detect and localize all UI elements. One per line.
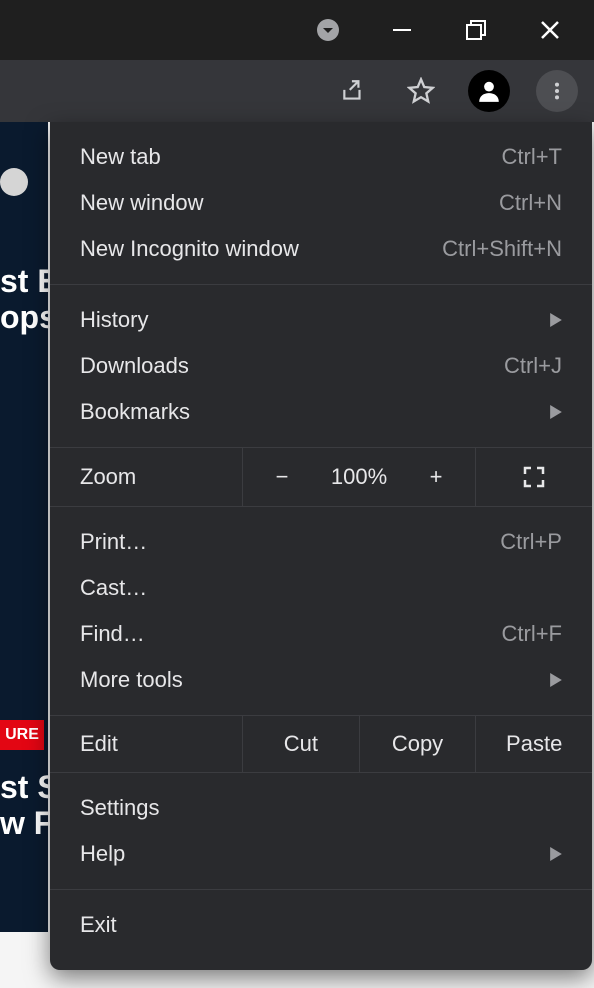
- submenu-arrow-icon: [550, 405, 562, 419]
- feature-chip: URE: [0, 720, 44, 750]
- menu-exit[interactable]: Exit: [50, 902, 592, 948]
- window-titlebar: [0, 0, 594, 60]
- menu-print[interactable]: Print… Ctrl+P: [50, 519, 592, 565]
- chrome-context-menu: New tab Ctrl+T New window Ctrl+N New Inc…: [50, 122, 592, 970]
- menu-item-shortcut: Ctrl+N: [499, 190, 562, 216]
- menu-new-tab[interactable]: New tab Ctrl+T: [50, 134, 592, 180]
- menu-item-label: New tab: [80, 144, 161, 170]
- close-icon[interactable]: [532, 12, 568, 48]
- share-icon[interactable]: [332, 70, 374, 112]
- fullscreen-button[interactable]: [475, 448, 592, 506]
- menu-item-label: Cast…: [80, 575, 147, 601]
- profile-avatar-icon[interactable]: [468, 70, 510, 112]
- menu-item-label: Bookmarks: [80, 399, 190, 425]
- menu-item-label: Settings: [80, 795, 160, 821]
- menu-item-label: More tools: [80, 667, 183, 693]
- bookmark-star-icon[interactable]: [400, 70, 442, 112]
- minimize-icon[interactable]: [384, 12, 420, 48]
- menu-item-label: Downloads: [80, 353, 189, 379]
- menu-edit-row: Edit Cut Copy Paste: [50, 716, 592, 772]
- menu-downloads[interactable]: Downloads Ctrl+J: [50, 343, 592, 389]
- menu-cast[interactable]: Cast…: [50, 565, 592, 611]
- zoom-in-button[interactable]: +: [421, 464, 451, 490]
- zoom-value: 100%: [327, 464, 391, 490]
- maximize-icon[interactable]: [458, 12, 494, 48]
- menu-item-label: History: [80, 307, 148, 333]
- more-vertical-icon[interactable]: [536, 70, 578, 112]
- submenu-arrow-icon: [550, 673, 562, 687]
- menu-item-shortcut: Ctrl+F: [502, 621, 563, 647]
- menu-new-incognito[interactable]: New Incognito window Ctrl+Shift+N: [50, 226, 592, 272]
- menu-item-shortcut: Ctrl+T: [502, 144, 563, 170]
- menu-item-label: Help: [80, 841, 125, 867]
- toggle-chip: [0, 168, 28, 196]
- menu-item-shortcut: Ctrl+J: [504, 353, 562, 379]
- menu-item-shortcut: Ctrl+Shift+N: [442, 236, 562, 262]
- menu-item-label: New Incognito window: [80, 236, 299, 262]
- zoom-out-button[interactable]: −: [267, 464, 297, 490]
- menu-item-label: New window: [80, 190, 204, 216]
- submenu-arrow-icon: [550, 313, 562, 327]
- edit-paste-button[interactable]: Paste: [475, 716, 592, 772]
- browser-toolbar: [0, 60, 594, 122]
- menu-zoom-row: Zoom − 100% +: [50, 448, 592, 506]
- menu-find[interactable]: Find… Ctrl+F: [50, 611, 592, 657]
- menu-item-shortcut: Ctrl+P: [500, 529, 562, 555]
- menu-bookmarks[interactable]: Bookmarks: [50, 389, 592, 435]
- menu-settings[interactable]: Settings: [50, 785, 592, 831]
- page-background: [0, 122, 48, 932]
- zoom-controls: − 100% +: [242, 448, 475, 506]
- menu-item-label: Find…: [80, 621, 145, 647]
- submenu-arrow-icon: [550, 847, 562, 861]
- edit-cut-button[interactable]: Cut: [242, 716, 359, 772]
- edit-copy-button[interactable]: Copy: [359, 716, 476, 772]
- menu-new-window[interactable]: New window Ctrl+N: [50, 180, 592, 226]
- menu-more-tools[interactable]: More tools: [50, 657, 592, 703]
- menu-item-label: Zoom: [50, 464, 242, 490]
- menu-item-label: Edit: [50, 731, 242, 757]
- menu-history[interactable]: History: [50, 297, 592, 343]
- circle-caret-down-icon[interactable]: [310, 12, 346, 48]
- menu-item-label: Print…: [80, 529, 147, 555]
- menu-help[interactable]: Help: [50, 831, 592, 877]
- menu-item-label: Exit: [80, 912, 117, 938]
